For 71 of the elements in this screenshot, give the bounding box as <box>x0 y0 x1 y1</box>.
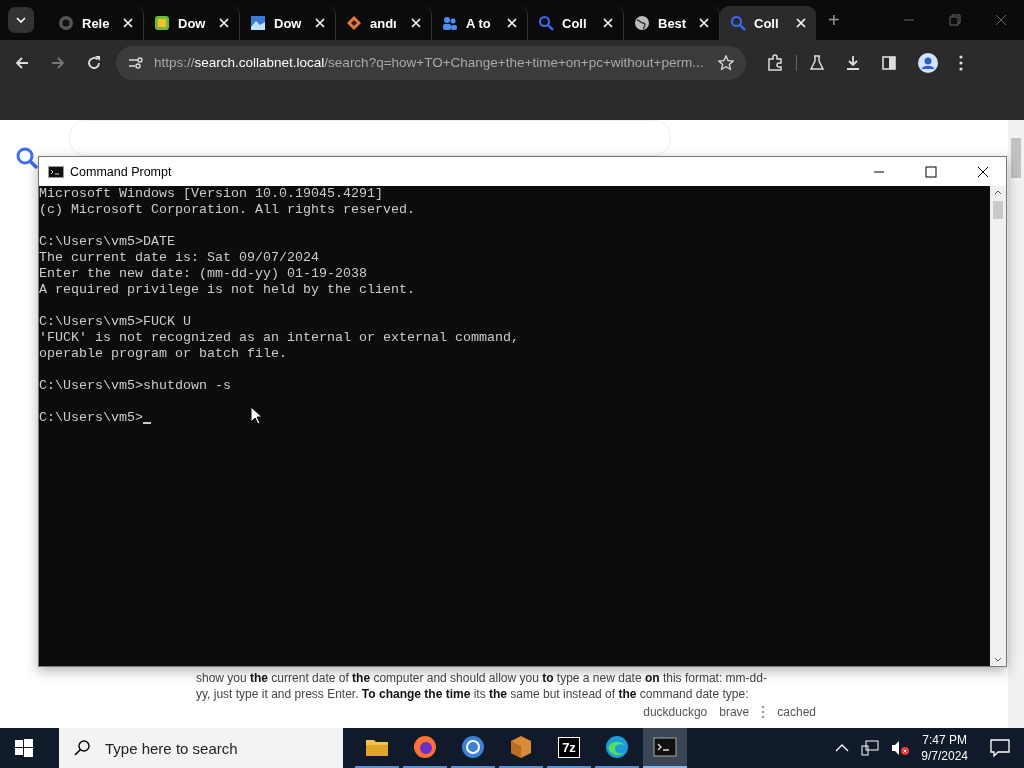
console-prompt: C:\Users\vm5> <box>39 410 143 426</box>
source-link[interactable]: brave <box>719 703 750 720</box>
scroll-up-icon[interactable] <box>994 190 1002 195</box>
chevron-down-icon <box>16 17 26 23</box>
notification-icon[interactable] <box>990 739 1010 757</box>
search-icon <box>730 15 746 31</box>
console-line: C:\Users\vm5>FUCK U <box>39 314 192 330</box>
source-link[interactable]: duckduckgo <box>643 703 708 720</box>
scroll-down-icon[interactable] <box>994 657 1002 662</box>
search-logo-icon <box>15 146 39 170</box>
people-icon <box>442 15 458 31</box>
chevron-up-icon[interactable] <box>835 743 850 753</box>
menu-icon[interactable] <box>959 54 963 71</box>
console-line: Enter the new date: (mm-dd-yy) 01-19-2038 <box>39 266 368 282</box>
console-icon <box>48 165 64 178</box>
console-line: 'FUCK' is not recognized as an internal or external command, <box>39 330 520 346</box>
side-panel-icon[interactable] <box>881 54 897 71</box>
tab-search-button[interactable] <box>8 7 34 33</box>
scrollbar[interactable] <box>1008 120 1024 728</box>
puzzle-icon[interactable] <box>766 53 784 72</box>
folder-icon <box>365 737 389 757</box>
site-settings-icon[interactable] <box>128 55 144 70</box>
result-snippet: yy, just type it and press Enter. To change the time its the same but instead of the command date type: <box>196 686 750 703</box>
console-line: C:\Users\vm5>shutdown -s <box>39 378 232 394</box>
diamond-icon <box>346 15 362 31</box>
reload-icon[interactable] <box>86 54 102 71</box>
taskbar-app[interactable] <box>643 728 687 768</box>
more-icon[interactable] <box>761 704 766 719</box>
back-icon[interactable] <box>14 54 30 71</box>
archive-app-icon: 7z <box>558 736 580 758</box>
forward-icon[interactable] <box>50 54 66 71</box>
flask-icon[interactable] <box>809 54 825 71</box>
clock-date[interactable]: 9/7/2024 <box>921 748 968 764</box>
scroll-thumb[interactable] <box>993 201 1003 219</box>
search-field[interactable] <box>69 120 671 156</box>
image-icon <box>250 15 266 31</box>
console-line: C:\Users\vm5>DATE <box>39 234 176 250</box>
result-snippet: show you the current date of the computer and should allow you to type a new date on this format: mm-dd- <box>196 669 768 686</box>
maximize-icon[interactable] <box>925 165 937 178</box>
network-icon[interactable] <box>861 740 880 756</box>
console-scrollbar[interactable] <box>990 186 1006 666</box>
star-icon[interactable] <box>718 54 734 71</box>
start-icon[interactable] <box>15 739 33 757</box>
browser-tab[interactable]: Coll <box>720 6 816 40</box>
ring-icon <box>461 735 485 759</box>
wave-icon <box>605 735 629 759</box>
console-line: (c) Microsoft Corporation. All rights reserved. <box>39 202 416 218</box>
search-icon <box>73 739 91 757</box>
app-icon <box>154 15 170 31</box>
new-tab-button[interactable]: + <box>828 8 840 32</box>
console-line: The current date is: Sat 09/07/2024 <box>39 250 320 266</box>
profile-icon[interactable] <box>917 51 939 74</box>
text-cursor <box>143 422 151 424</box>
clock-time[interactable]: 7:47 PM <box>922 732 967 748</box>
taskbar-search-field[interactable]: Type here to search <box>59 728 343 768</box>
window-title: Command Prompt <box>70 164 172 179</box>
taskbar-app[interactable]: 7z <box>547 728 591 768</box>
globe-icon <box>634 15 650 31</box>
console-line: operable program or batch file. <box>39 346 288 362</box>
url-text: https://search.collabnet.local/search?q=how+TO+Change+the+time+on+pc+without+perm... <box>154 55 705 70</box>
muted-speaker-icon[interactable] <box>891 740 910 756</box>
console-line: A required privilege is not held by the client. <box>39 282 416 298</box>
cached-link[interactable]: cached <box>777 703 816 720</box>
close-icon[interactable] <box>977 165 989 178</box>
terminal-icon <box>653 737 677 757</box>
search-icon <box>538 15 554 31</box>
console-line: Microsoft Windows [Version 10.0.19045.4291] <box>39 186 384 202</box>
mouse-pointer-icon <box>250 406 262 425</box>
download-icon[interactable] <box>845 54 861 71</box>
box-icon <box>509 735 533 759</box>
address-bar[interactable]: https://search.collabnet.local/search?q=how+TO+Change+the+time+on+pc+without+perm... <box>116 45 746 80</box>
